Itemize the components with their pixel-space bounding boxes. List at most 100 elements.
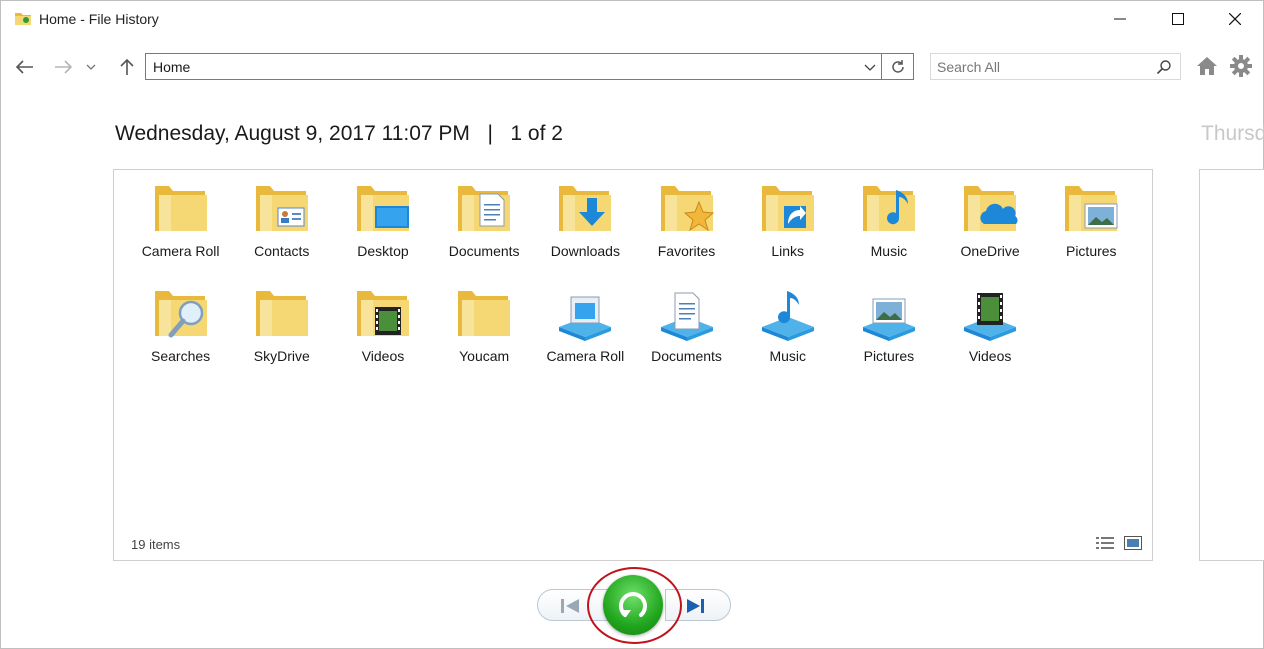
file-item[interactable]: SkyDrive (231, 287, 332, 392)
file-item-label: Music (870, 243, 908, 259)
up-button[interactable] (115, 55, 139, 79)
camera-roll-library-icon (559, 296, 612, 341)
videos-folder-icon (356, 291, 409, 336)
file-item-label: Pictures (863, 348, 915, 364)
youcam-folder-icon (458, 291, 511, 336)
title-bar: Home - File History (1, 1, 1263, 37)
maximize-icon (1172, 13, 1184, 25)
skip-previous-icon (561, 599, 579, 613)
address-bar[interactable]: Home (145, 53, 882, 80)
file-item[interactable]: Documents (434, 182, 535, 287)
file-item[interactable]: Pictures (838, 287, 939, 392)
forward-button[interactable] (51, 55, 75, 79)
file-item-label: Links (771, 243, 805, 259)
next-backup-date[interactable]: Thursd (1201, 122, 1264, 146)
backup-date: Wednesday, August 9, 2017 11:07 PM (115, 122, 470, 145)
file-item[interactable]: Videos (332, 287, 433, 392)
pictures-folder-icon (1065, 186, 1118, 231)
file-item-label: Documents (448, 243, 520, 259)
camera-roll-folder-icon (154, 186, 207, 231)
file-item[interactable]: Documents (636, 287, 737, 392)
file-item-label: Contacts (254, 243, 310, 259)
file-item-label: Searches (151, 348, 211, 364)
search-input[interactable] (937, 58, 1147, 76)
music-library-icon (761, 291, 814, 341)
skydrive-folder-icon (255, 291, 308, 336)
pictures-library-icon (862, 298, 915, 341)
file-item[interactable]: Links (737, 182, 838, 287)
file-history-window: Home - File History Home Search All Wedn… (0, 0, 1264, 649)
file-item[interactable]: Favorites (636, 182, 737, 287)
close-icon (1229, 13, 1241, 25)
file-item[interactable]: Searches (130, 287, 231, 392)
large-icons-view-icon[interactable] (1124, 536, 1142, 550)
file-item-label: Videos (968, 348, 1012, 364)
backup-contents-panel: Camera Roll Contacts Desktop Documents D… (113, 169, 1153, 561)
file-item[interactable]: Music (737, 287, 838, 392)
file-item-label: Music (769, 348, 806, 364)
file-item[interactable]: Pictures (1041, 182, 1142, 287)
file-item-label: Pictures (1065, 243, 1117, 259)
file-item[interactable]: Camera Roll (130, 182, 231, 287)
file-item-label: Desktop (357, 243, 409, 259)
desktop-folder-icon (356, 186, 409, 231)
downloads-folder-icon (559, 186, 612, 231)
address-text: Home (153, 59, 191, 75)
file-item[interactable]: Videos (940, 287, 1041, 392)
back-button[interactable] (13, 55, 37, 79)
file-item[interactable]: Downloads (535, 182, 636, 287)
documents-folder-icon (458, 186, 511, 231)
refresh-icon (891, 59, 904, 73)
links-folder-icon (761, 186, 814, 231)
item-count: 19 items (131, 537, 181, 552)
file-item-label: OneDrive (960, 243, 1020, 259)
window-title: Home - File History (39, 11, 159, 27)
favorites-folder-icon (660, 186, 714, 232)
file-item-label: Videos (361, 348, 405, 364)
close-button[interactable] (1206, 1, 1264, 37)
file-item[interactable]: OneDrive (940, 182, 1041, 287)
refresh-button[interactable] (881, 53, 914, 80)
file-item-label: Youcam (459, 348, 510, 364)
skip-next-icon (687, 599, 704, 613)
home-icon[interactable] (1196, 55, 1218, 77)
restore-icon (619, 592, 647, 617)
chevron-down-icon[interactable] (863, 60, 877, 74)
arrow-right-icon (55, 60, 72, 74)
next-backup-panel[interactable] (1199, 169, 1264, 561)
file-item[interactable]: Music (838, 182, 939, 287)
chevron-down-icon (86, 64, 96, 70)
file-item-label: Downloads (550, 243, 620, 259)
file-item[interactable]: Youcam (434, 287, 535, 392)
date-separator: | (487, 122, 493, 145)
restore-button[interactable] (603, 575, 663, 635)
search-icon[interactable] (1156, 59, 1172, 75)
file-item-label: Camera Roll (546, 348, 625, 364)
gear-icon[interactable] (1230, 55, 1252, 77)
maximize-button[interactable] (1149, 1, 1207, 37)
arrow-left-icon (16, 60, 33, 74)
page-indicator: 1 of 2 (510, 122, 563, 145)
searches-folder-icon (154, 291, 207, 338)
videos-library-icon (964, 293, 1017, 341)
minimize-icon (1114, 18, 1126, 20)
file-item-label: Documents (651, 348, 722, 364)
contacts-folder-icon (255, 186, 308, 231)
file-item[interactable]: Desktop (332, 182, 433, 287)
arrow-up-icon (120, 58, 134, 75)
details-view-icon[interactable] (1096, 536, 1114, 550)
minimize-button[interactable] (1091, 1, 1149, 37)
file-item-label: Camera Roll (141, 243, 220, 259)
search-box[interactable] (930, 53, 1181, 80)
onedrive-folder-icon (964, 186, 1018, 231)
documents-library-icon (660, 292, 713, 341)
file-history-app-icon (15, 13, 31, 25)
file-item-label: Favorites (657, 243, 716, 259)
file-item[interactable]: Camera Roll (535, 287, 636, 392)
file-item[interactable]: Contacts (231, 182, 332, 287)
items-grid: Camera Roll Contacts Desktop Documents D… (130, 182, 1146, 392)
music-folder-icon (862, 186, 915, 231)
recent-locations-button[interactable] (81, 55, 101, 79)
file-item-label: SkyDrive (253, 348, 310, 364)
backup-date-header: Wednesday, August 9, 2017 11:07 PM | 1 o… (115, 122, 563, 146)
